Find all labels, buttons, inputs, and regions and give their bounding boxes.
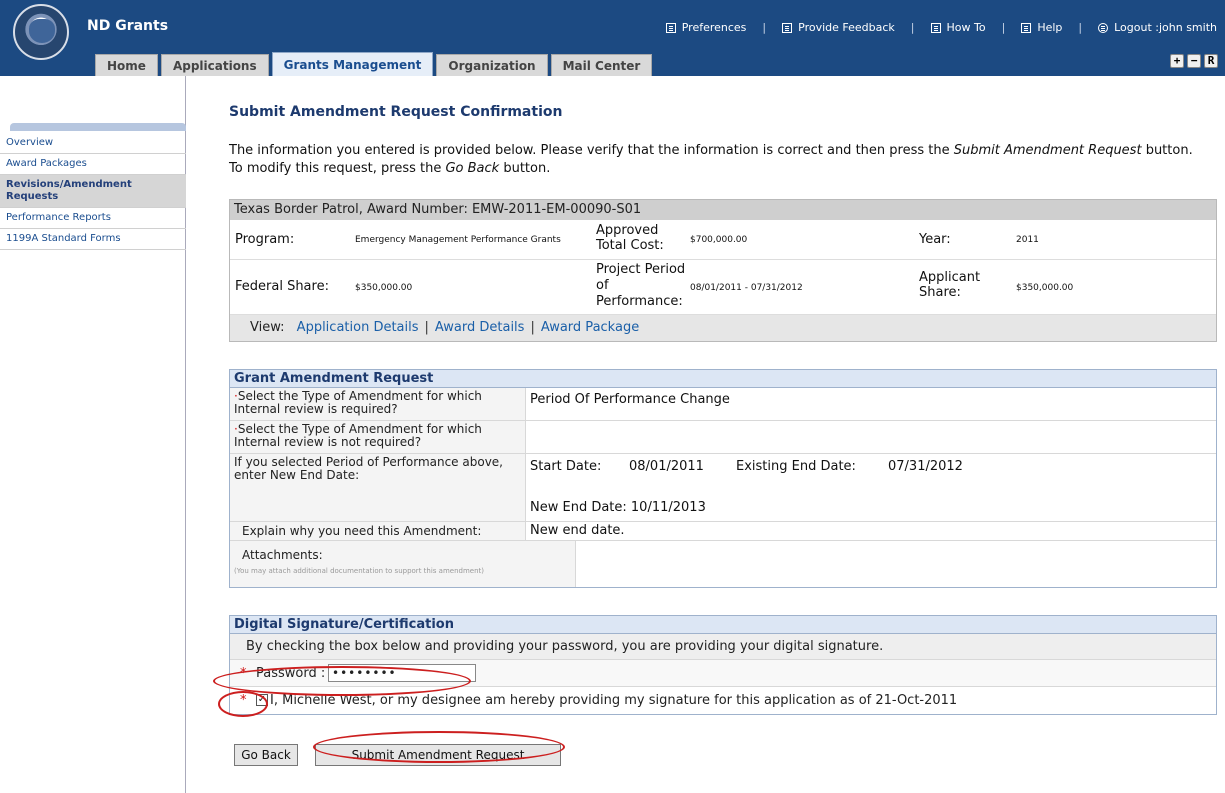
how-to-label: How To (946, 21, 986, 34)
program-label: Program: (235, 232, 295, 247)
attachments-cell: Attachments: (You may attach additional … (230, 541, 576, 587)
help-icon (1021, 22, 1032, 33)
period-dates: Start Date: 08/01/2011 Existing End Date… (526, 454, 1216, 521)
preferences-link[interactable]: Preferences (665, 21, 747, 34)
help-link[interactable]: Help (1021, 21, 1062, 34)
applicant-share-label: Applicant Share: (919, 270, 981, 300)
how-to-link[interactable]: How To (930, 21, 986, 34)
amendment-question-no-internal-review: ·Select the Type of Amendment for which … (230, 421, 526, 453)
year-value: 2011 (1016, 235, 1039, 245)
explain-amendment-value: New end date. (530, 523, 625, 538)
how-to-icon (930, 22, 941, 33)
attachments-note: (You may attach additional documentation… (234, 567, 484, 575)
reset-button[interactable]: R (1204, 54, 1218, 68)
sidebar-item-overview[interactable]: Overview (0, 133, 186, 154)
sidebar-item-performance-reports[interactable]: Performance Reports (0, 208, 186, 229)
certify-row: * ✓ I, Michelle West, or my designee am … (230, 687, 1216, 714)
approved-cost-label: Approved Total Cost: (596, 223, 664, 253)
logout-icon (1098, 22, 1109, 33)
amendment-type-value: Period Of Performance Change (530, 392, 730, 407)
existing-end-date-value: 07/31/2012 (888, 459, 963, 474)
tab-grants-management[interactable]: Grants Management (271, 52, 434, 76)
sidebar-list: Overview Award Packages Revisions/Amendm… (0, 133, 186, 250)
feedback-link[interactable]: Provide Feedback (782, 21, 895, 34)
signature-instructions: By checking the box below and providing … (230, 634, 1216, 660)
preferences-label: Preferences (681, 21, 747, 34)
view-label: View: (250, 320, 285, 335)
intro-submit-ref: Submit Amendment Request (953, 143, 1142, 158)
window-controls: + − R (1170, 54, 1218, 68)
amendment-section-header: Grant Amendment Request (230, 370, 1216, 388)
sidebar-item-revisions-amendment-requests[interactable]: Revisions/Amendment Requests (0, 175, 186, 208)
intro-goback-ref: Go Back (445, 161, 500, 176)
collapse-button[interactable]: − (1187, 54, 1201, 68)
password-input[interactable]: •••••••• (328, 664, 476, 682)
applicant-share-value: $350,000.00 (1016, 283, 1074, 293)
program-value: Emergency Management Performance Grants (355, 235, 561, 245)
award-details-link[interactable]: Award Details (435, 320, 525, 335)
application-details-link[interactable]: Application Details (297, 320, 419, 335)
page-title: Submit Amendment Request Confirmation (229, 104, 563, 120)
signature-section-header: Digital Signature/Certification (230, 616, 1216, 634)
amendment-type-no-review-value (526, 421, 1216, 453)
feedback-label: Provide Feedback (798, 21, 895, 34)
approved-cost-value: $700,000.00 (690, 235, 748, 245)
certify-required-mark: * (240, 693, 247, 708)
award-summary: Texas Border Patrol, Award Number: EMW-2… (229, 199, 1217, 342)
project-period-label: Project Period of Performance: (596, 262, 686, 309)
help-label: Help (1037, 21, 1063, 34)
federal-share-value: $350,000.00 (355, 283, 413, 293)
submit-amendment-button[interactable]: Submit Amendment Request (315, 744, 561, 766)
attachments-label: Attachments: (242, 548, 323, 562)
sidebar-top-bar (10, 123, 186, 131)
tab-organization[interactable]: Organization (436, 54, 548, 76)
logout-label: Logout :john smith (1114, 21, 1217, 34)
certify-text: I, Michelle West, or my designee am here… (270, 693, 958, 708)
sidebar-item-1199a-standard-forms[interactable]: 1199A Standard Forms (0, 229, 186, 250)
main-tabs: Home Applications Grants Management Orga… (95, 52, 655, 76)
attachments-value (576, 541, 1216, 587)
grant-amendment-section: Grant Amendment Request ·Select the Type… (229, 369, 1217, 588)
award-view-links: View: Application Details | Award Details |… (230, 315, 1216, 341)
app-header: ND Grants Preferences | Provide Feedback… (0, 0, 1225, 76)
expand-button[interactable]: + (1170, 54, 1184, 68)
start-date-label: Start Date: (530, 459, 602, 474)
top-links: Preferences | Provide Feedback | How To … (665, 21, 1217, 34)
explain-amendment-label: Explain why you need this Amendment: (230, 522, 526, 540)
award-package-link[interactable]: Award Package (541, 320, 639, 335)
sidebar: Overview Award Packages Revisions/Amendm… (0, 76, 186, 793)
period-performance-question: If you selected Period of Performance ab… (230, 454, 526, 521)
tab-applications[interactable]: Applications (160, 54, 269, 76)
feedback-icon (782, 22, 793, 33)
tab-home[interactable]: Home (95, 54, 158, 76)
award-header: Texas Border Patrol, Award Number: EMW-2… (230, 200, 1216, 220)
start-date-value: 08/01/2011 (629, 459, 704, 474)
intro-text: The information you entered is provided … (229, 142, 1209, 178)
preferences-icon (665, 22, 676, 33)
go-back-button[interactable]: Go Back (234, 744, 298, 766)
intro-part: The information you entered is provided … (229, 143, 954, 158)
password-label: Password : (256, 666, 326, 681)
eagle-icon (29, 19, 55, 43)
project-period-value: 08/01/2011 - 07/31/2012 (690, 283, 803, 293)
password-row: * Password : •••••••• (230, 660, 1216, 687)
amendment-question-internal-review: ·Select the Type of Amendment for which … (230, 388, 526, 420)
sidebar-item-award-packages[interactable]: Award Packages (0, 154, 186, 175)
new-end-date: New End Date: 10/11/2013 (530, 500, 706, 515)
password-required-mark: * (240, 666, 247, 681)
logout-link[interactable]: Logout :john smith (1098, 21, 1217, 34)
year-label: Year: (919, 232, 951, 247)
federal-share-label: Federal Share: (235, 279, 329, 294)
certify-checkbox[interactable]: ✓ (256, 694, 268, 706)
digital-signature-section: Digital Signature/Certification By check… (229, 615, 1217, 715)
question-text: Select the Type of Amendment for which I… (234, 389, 482, 416)
app-title: ND Grants (87, 18, 169, 34)
question-text: Select the Type of Amendment for which I… (234, 422, 482, 449)
intro-part: button. (499, 161, 551, 176)
existing-end-date-label: Existing End Date: (736, 459, 856, 474)
tab-mail-center[interactable]: Mail Center (550, 54, 653, 76)
